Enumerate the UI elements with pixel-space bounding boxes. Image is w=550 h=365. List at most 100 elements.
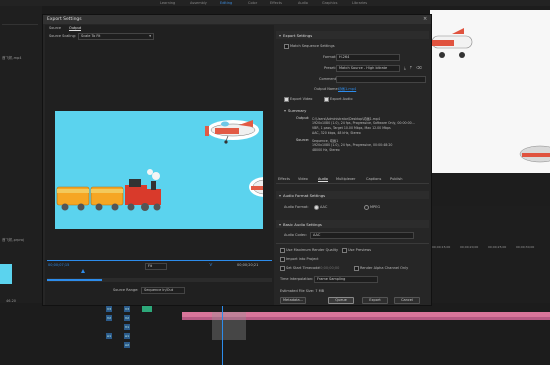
audio-codec-label: Audio Codec:: [284, 233, 308, 237]
collapse-icon: [279, 35, 281, 37]
tab-output[interactable]: Output: [69, 26, 82, 31]
work-area: [212, 312, 246, 340]
comments-input[interactable]: [336, 76, 426, 83]
start-timecode-value[interactable]: 00;00;00;00: [318, 266, 339, 270]
scrub-bar[interactable]: [47, 260, 272, 261]
tab-publish[interactable]: Publish: [390, 177, 402, 181]
mpeg-label: MPEG: [370, 205, 381, 209]
preset-dropdown[interactable]: Match Source - High bitrate: [336, 65, 400, 72]
export-audio-label: Export Audio: [330, 97, 353, 101]
set-timecode-checkbox[interactable]: [280, 266, 285, 271]
playhead[interactable]: [222, 303, 223, 365]
settings-pane: Export Settings Match Sequence Settings …: [276, 25, 429, 305]
collapse-icon: [279, 195, 281, 197]
fit-dropdown[interactable]: Fit: [145, 263, 167, 270]
track-target-v2b[interactable]: V2: [124, 315, 130, 321]
render-alpha-checkbox[interactable]: [354, 266, 359, 271]
project-name-label[interactable]: 首飞机.prproj: [2, 238, 24, 243]
clip-thumbnail[interactable]: [0, 264, 12, 284]
audio-codec-dropdown[interactable]: AAC: [310, 232, 414, 239]
ws-assembly[interactable]: Assembly: [190, 1, 207, 5]
use-previews-checkbox[interactable]: [342, 248, 347, 253]
ws-editing[interactable]: Editing: [220, 1, 232, 5]
match-sequence-checkbox[interactable]: [284, 44, 289, 49]
track-target-v3[interactable]: V3: [106, 306, 112, 312]
export-settings-section[interactable]: Export Settings: [276, 31, 429, 39]
range-bar[interactable]: [47, 278, 272, 282]
match-sequence-label: Match Sequence Settings: [290, 44, 335, 48]
delete-preset-icon[interactable]: ⌫: [416, 65, 422, 70]
aac-radio[interactable]: [314, 205, 319, 210]
summary-source-line: 48000 Hz, Stereo: [312, 148, 340, 152]
metadata-button[interactable]: Metadata...: [280, 297, 306, 304]
tab-source[interactable]: Source: [49, 26, 61, 30]
cancel-button[interactable]: Cancel: [394, 297, 420, 304]
basic-audio-section[interactable]: Basic Audio Settings: [276, 220, 429, 228]
export-button[interactable]: Export: [362, 297, 388, 304]
set-in-out-icon[interactable]: ⋎: [209, 262, 213, 268]
ws-audio[interactable]: Audio: [298, 1, 308, 5]
import-preset-icon[interactable]: ⤒: [410, 65, 412, 70]
track-sync-lock[interactable]: [142, 306, 152, 312]
tab-multiplexer[interactable]: Multiplexer: [336, 177, 355, 181]
mpeg-radio[interactable]: [364, 205, 369, 210]
set-timecode-label: Set Start Timecode: [286, 266, 320, 270]
project-file-label[interactable]: 首飞机.mp4: [2, 56, 21, 61]
tab-captions[interactable]: Captions: [366, 177, 381, 181]
max-render-quality-checkbox[interactable]: [280, 248, 285, 253]
time-interpolation-value: Frame Sampling: [317, 277, 346, 281]
close-icon[interactable]: ×: [423, 16, 427, 22]
save-preset-icon[interactable]: ⤓: [404, 65, 406, 70]
import-project-checkbox[interactable]: [280, 257, 285, 262]
collapse-icon: [284, 110, 286, 112]
summary-output-line: AAC, 320 kbps, 48 kHz, Stereo: [312, 131, 361, 135]
basic-audio-title: Basic Audio Settings: [283, 222, 322, 227]
ws-libraries[interactable]: Libraries: [352, 1, 367, 5]
queue-button[interactable]: Queue: [328, 297, 354, 304]
track-target-v3b[interactable]: V3: [124, 306, 130, 312]
playhead-icon[interactable]: [81, 269, 85, 273]
ws-color[interactable]: Color: [248, 1, 257, 5]
source-range-dropdown[interactable]: Sequence In/Out: [141, 287, 185, 294]
track-target-v2[interactable]: V2: [106, 315, 112, 321]
track-target-a2[interactable]: A2: [124, 342, 130, 348]
track-target-a1b[interactable]: A1: [124, 333, 130, 339]
preset-label: Preset:: [324, 66, 337, 70]
time-tick-3: 00;00;25;00: [488, 245, 507, 249]
audio-format-section[interactable]: Audio Format Settings: [276, 191, 429, 199]
time-interpolation-dropdown[interactable]: Frame Sampling: [314, 276, 378, 283]
time-tick-4: 00;00;30;00: [516, 245, 535, 249]
summary-header[interactable]: Summary: [284, 108, 306, 113]
track-target-v1[interactable]: V1: [124, 324, 130, 330]
tab-video[interactable]: Video: [298, 177, 308, 181]
export-settings-title: Export Settings: [283, 33, 313, 38]
format-dropdown[interactable]: H.264: [336, 54, 400, 61]
time-interpolation-label: Time Interpolation:: [280, 277, 314, 281]
ws-learning[interactable]: Learning: [160, 1, 175, 5]
tab-effects[interactable]: Effects: [278, 177, 290, 181]
output-name-link[interactable]: 动画1.mp4: [338, 87, 356, 92]
export-settings-dialog: Export Settings × Source Output Source S…: [42, 14, 432, 306]
ws-effects[interactable]: Effects: [270, 1, 282, 5]
estimated-file-size: Estimated File Size: 7 MB: [280, 289, 324, 293]
track-target-a1[interactable]: A1: [106, 333, 112, 339]
tab-audio[interactable]: Audio: [318, 177, 328, 182]
timecode-start[interactable]: 00;00;07;15: [48, 263, 69, 267]
preset-value: Match Source - High bitrate: [339, 66, 388, 70]
summary-source-line: 1920x1080 (1.0), 24 fps, Progressive, 00…: [312, 143, 393, 147]
source-range-label: Source Range:: [113, 288, 139, 292]
audio-codec-value: AAC: [313, 233, 321, 237]
export-video-checkbox[interactable]: [284, 97, 289, 102]
export-video-label: Export Video: [290, 97, 313, 101]
dialog-titlebar[interactable]: Export Settings ×: [43, 15, 431, 24]
ws-graphics[interactable]: Graphics: [322, 1, 337, 5]
export-audio-checkbox[interactable]: [324, 97, 329, 102]
source-scaling-dropdown[interactable]: Scale To Fit ▾: [78, 33, 154, 40]
source-scaling-label: Source Scaling:: [49, 34, 76, 38]
preview-pane: Source Output Source Scaling: Scale To F…: [45, 25, 274, 305]
max-render-quality-label: Use Maximum Render Quality: [286, 248, 339, 252]
render-alpha-label: Render Alpha Channel Only: [360, 266, 409, 270]
export-settings-header: Export Settings: [279, 33, 312, 38]
chevron-down-icon: ▾: [149, 34, 151, 38]
source-range-value: Sequence In/Out: [144, 288, 174, 292]
